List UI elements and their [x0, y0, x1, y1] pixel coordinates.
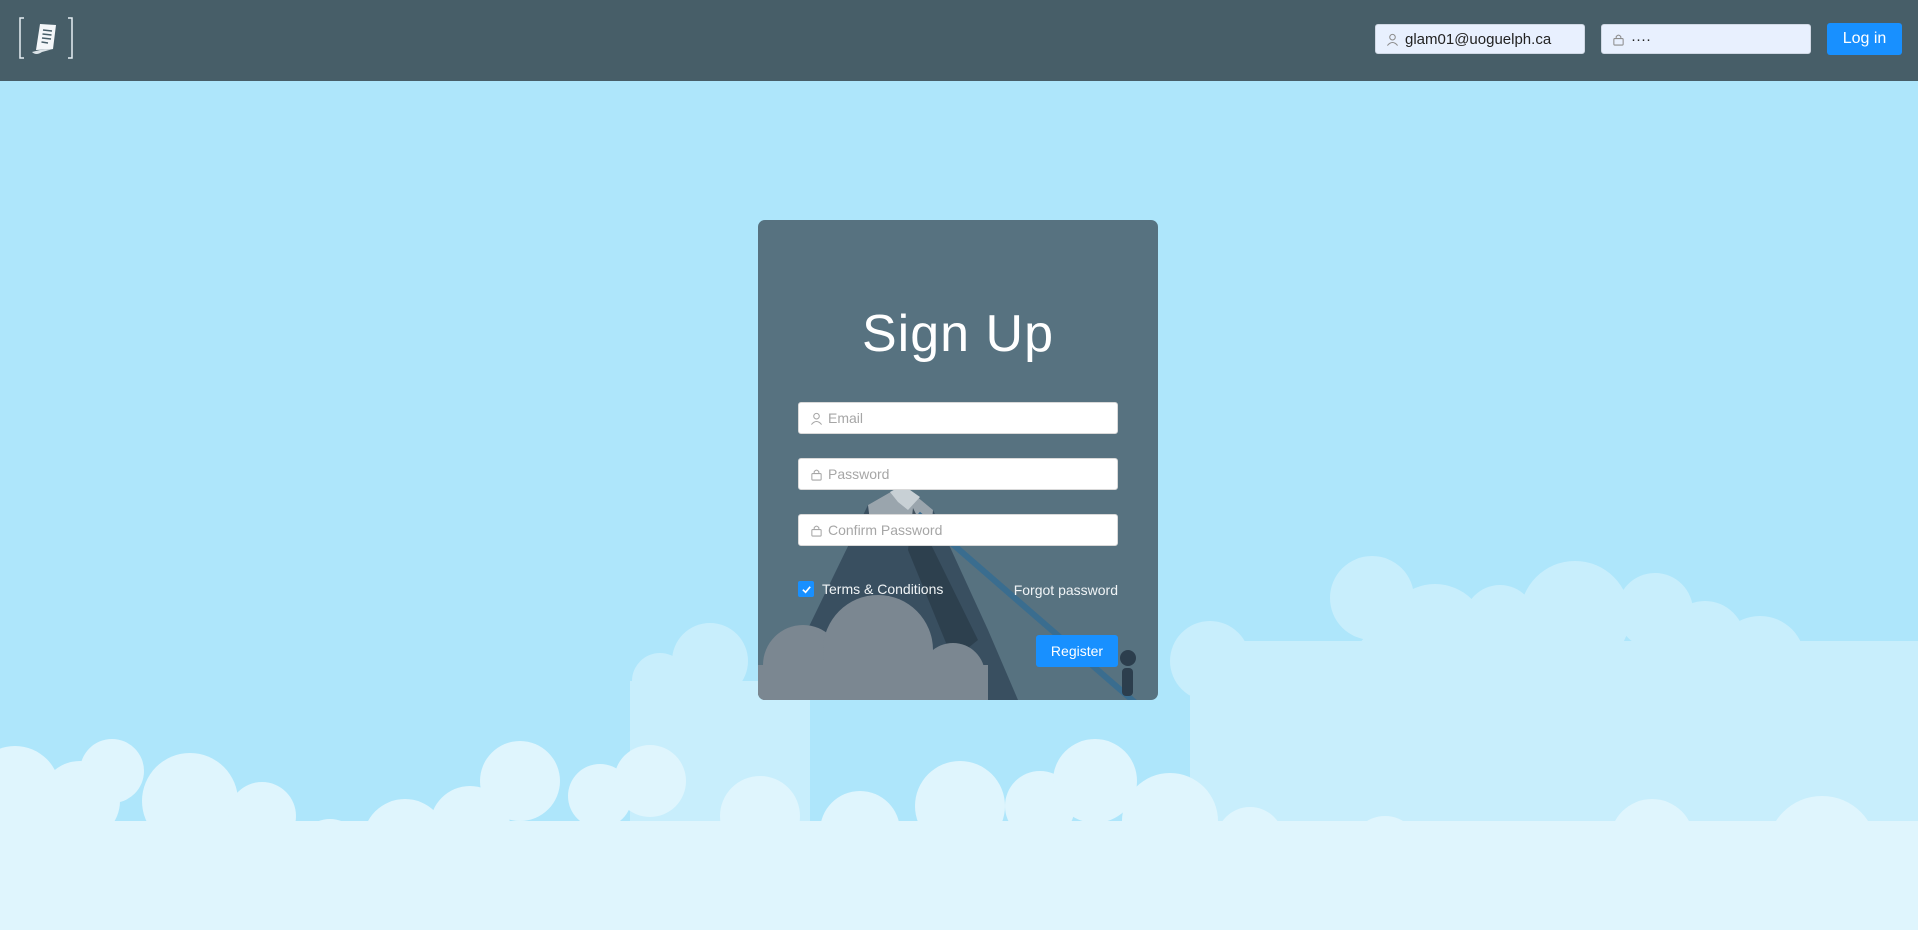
lock-icon — [811, 525, 822, 537]
signup-card: Sign Up Terms & Conditions Forgot passwo… — [758, 220, 1158, 700]
header-password-field[interactable] — [1601, 24, 1811, 54]
checkmark-icon — [801, 585, 811, 593]
terms-label: Terms & Conditions — [822, 581, 944, 597]
confirm-password-input[interactable] — [828, 522, 1117, 538]
email-field[interactable] — [798, 402, 1118, 434]
terms-checkbox[interactable]: Terms & Conditions — [798, 581, 943, 597]
notepad-logo-icon[interactable] — [18, 16, 74, 60]
lock-icon — [1613, 34, 1624, 46]
header-email-input[interactable] — [1405, 30, 1584, 48]
forgot-password-link[interactable]: Forgot password — [1014, 582, 1118, 598]
page-title: Sign Up — [862, 305, 1054, 363]
email-input[interactable] — [828, 410, 1117, 426]
user-icon — [811, 412, 822, 425]
top-nav-bar: Log in — [0, 0, 1918, 81]
login-button[interactable]: Log in — [1827, 23, 1902, 55]
header-password-input[interactable] — [1631, 30, 1810, 48]
user-icon — [1387, 33, 1398, 46]
password-field[interactable] — [798, 458, 1118, 490]
register-button[interactable]: Register — [1036, 635, 1118, 667]
password-input[interactable] — [828, 466, 1117, 482]
lock-icon — [811, 469, 822, 481]
confirm-password-field[interactable] — [798, 514, 1118, 546]
checkbox-checked[interactable] — [798, 581, 814, 597]
header-email-field[interactable] — [1375, 24, 1585, 54]
